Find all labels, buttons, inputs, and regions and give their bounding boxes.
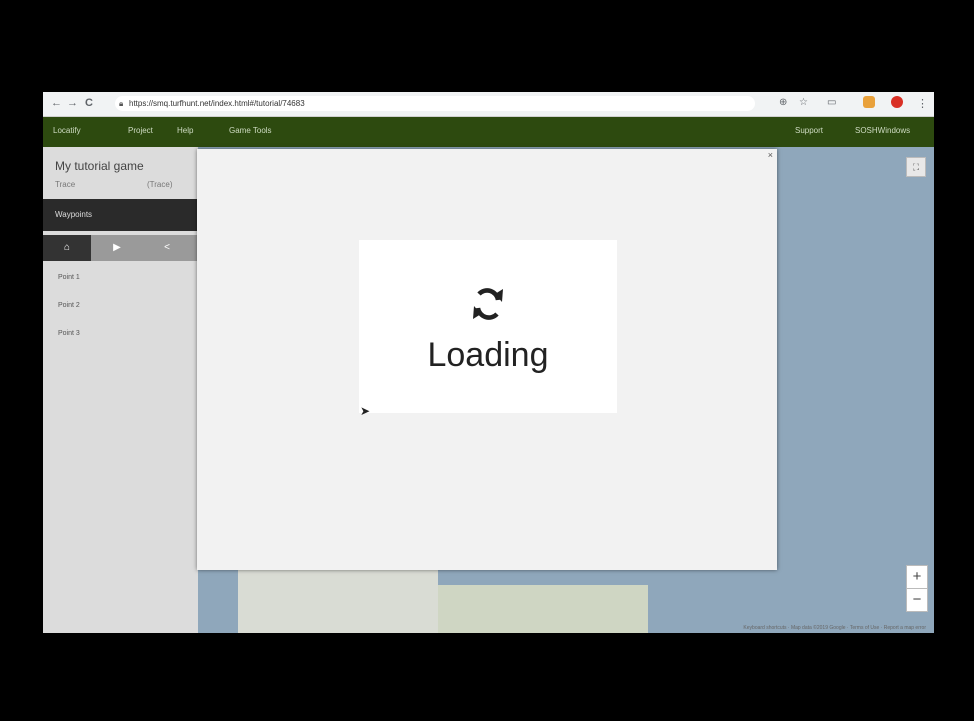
tab-share[interactable]: < — [143, 235, 191, 261]
map-attribution: Keyboard shortcuts · Map data ©2019 Goog… — [743, 625, 926, 631]
list-item[interactable]: Point 3 — [58, 330, 80, 337]
fullscreen-button[interactable]: ⛶ — [906, 157, 926, 177]
game-subtitle-right: (Trace) — [147, 180, 173, 189]
game-title: My tutorial game — [55, 159, 144, 173]
map-land — [438, 585, 648, 633]
mouse-cursor-icon: ➤ — [360, 404, 371, 418]
forward-button[interactable]: → — [67, 97, 78, 109]
menu-project[interactable]: Project — [128, 126, 153, 135]
address-bar[interactable]: 🔒︎ https://smq.turfhunt.net/index.html#/… — [115, 96, 755, 111]
loading-modal: × Loading — [197, 149, 777, 570]
address-bar-text: https://smq.turfhunt.net/index.html#/tut… — [129, 99, 305, 108]
waypoints-header[interactable]: Waypoints — [43, 199, 198, 231]
sidebar: My tutorial game Trace (Trace) Waypoints… — [43, 147, 198, 633]
menu-help[interactable]: Help — [177, 126, 193, 135]
menu-game-tools[interactable]: Game Tools — [229, 126, 272, 135]
sidebar-tabs: ⌂ ▶ < — [43, 235, 198, 261]
tab-home[interactable]: ⌂ — [43, 235, 91, 261]
game-subtitle: Trace — [55, 180, 76, 189]
browser-menu-icon[interactable]: ⋮ — [917, 97, 928, 110]
sync-icon — [473, 288, 503, 320]
zoom-out-button[interactable]: − — [906, 588, 928, 612]
close-icon[interactable]: × — [768, 150, 773, 160]
profile-avatar[interactable] — [891, 96, 903, 108]
bookmark-star-icon[interactable]: ☆ — [799, 97, 808, 108]
menu-support[interactable]: Support — [795, 126, 823, 135]
browser-toolbar: ← → C 🔒︎ https://smq.turfhunt.net/index.… — [43, 92, 934, 117]
lock-icon: 🔒︎ — [119, 99, 124, 108]
back-button[interactable]: ← — [51, 97, 62, 109]
list-item[interactable]: Point 1 — [58, 274, 80, 281]
menu-account[interactable]: SOSHWindows — [855, 126, 910, 135]
browser-screen: ← → C 🔒︎ https://smq.turfhunt.net/index.… — [43, 92, 934, 633]
loading-panel: Loading — [359, 240, 617, 413]
reload-button[interactable]: C — [85, 97, 93, 109]
extension-icon[interactable] — [863, 96, 875, 108]
list-item[interactable]: Point 2 — [58, 302, 80, 309]
app-logo[interactable]: Locatify — [53, 126, 81, 135]
tab-play[interactable]: ▶ — [93, 235, 141, 261]
app-navbar: Locatify Project Help Game Tools Support… — [43, 117, 934, 147]
location-icon[interactable]: ⊕ — [779, 97, 787, 108]
zoom-in-button[interactable]: + — [906, 565, 928, 589]
map-land — [238, 565, 438, 633]
loading-text: Loading — [427, 336, 549, 374]
cast-icon[interactable]: ▭ — [827, 97, 836, 108]
